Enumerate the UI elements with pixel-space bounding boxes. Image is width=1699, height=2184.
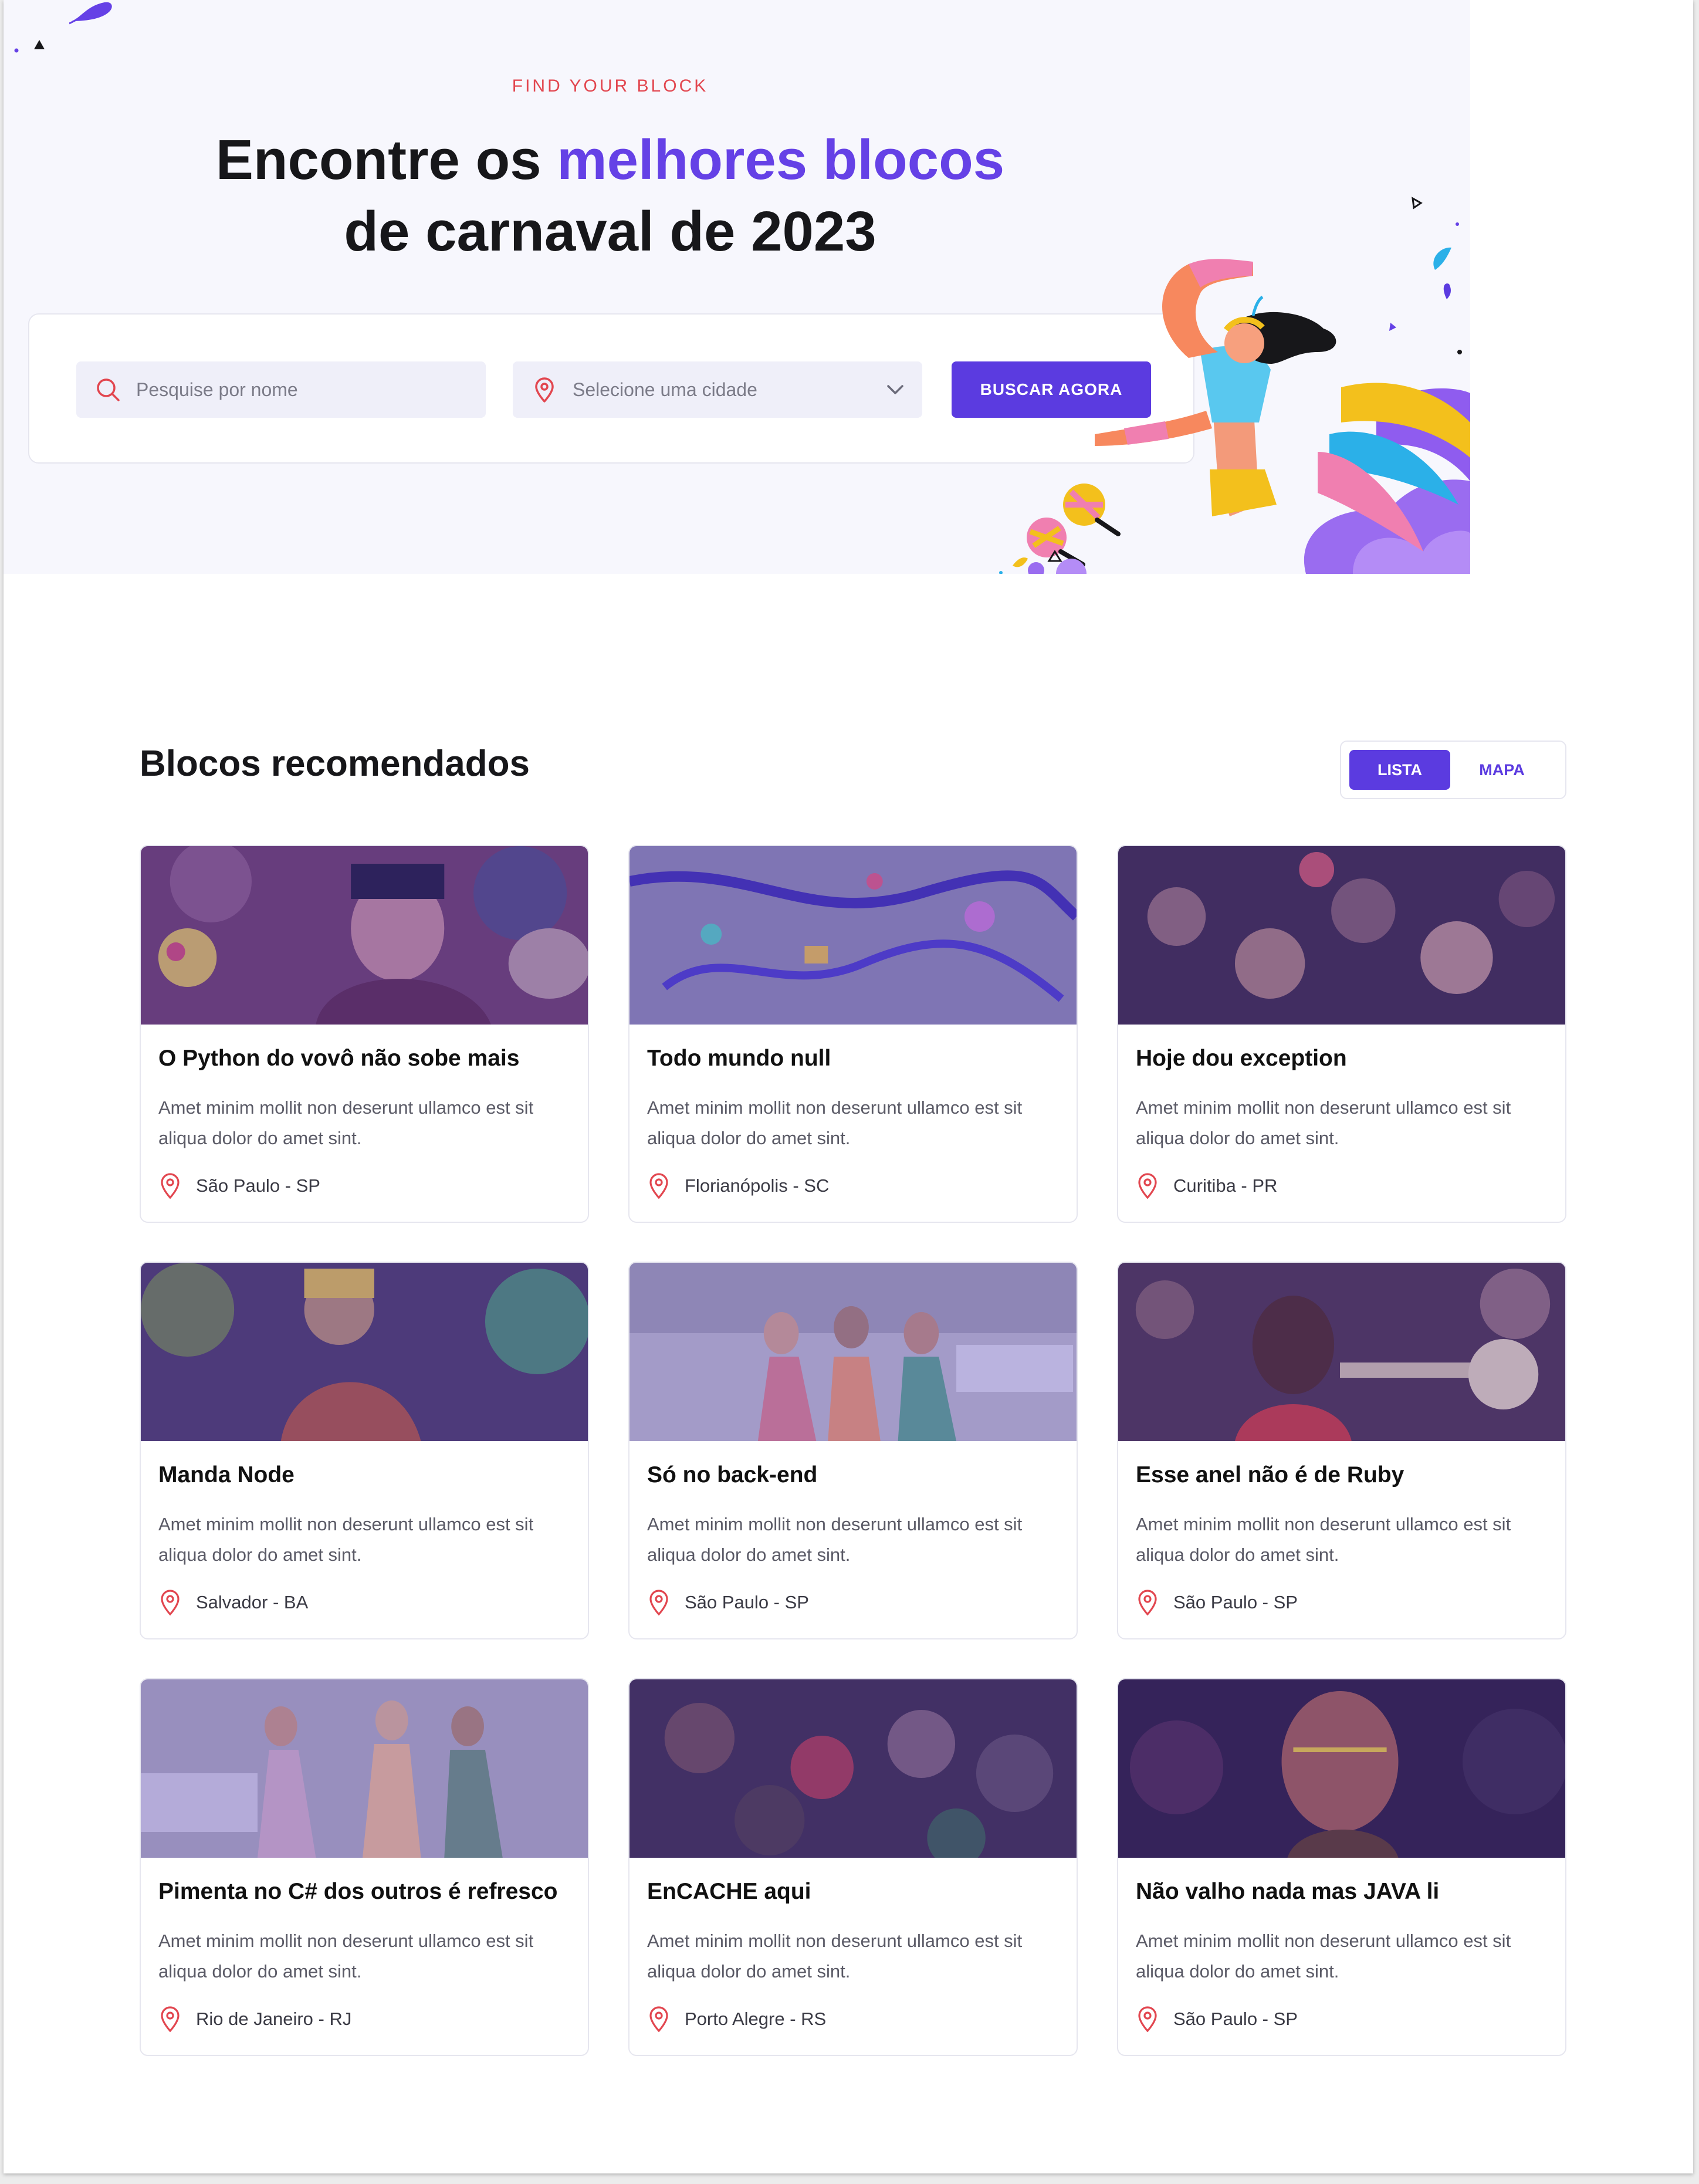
hero-title-part2: de carnaval de 2023 <box>344 200 876 263</box>
block-card[interactable]: Manda Node Amet minim mollit non deserun… <box>140 1262 589 1639</box>
search-input[interactable]: Pesquise por nome <box>76 361 486 418</box>
block-photo <box>141 1263 588 1441</box>
map-pin-icon <box>1138 1590 1157 1616</box>
block-description: Amet minim mollit non deserunt ullamco e… <box>1136 1931 1511 1982</box>
block-location: São Paulo - SP <box>158 1172 320 1199</box>
block-location-text: São Paulo - SP <box>1173 1592 1298 1612</box>
block-photo <box>1118 1263 1565 1441</box>
block-description: Amet minim mollit non deserunt ullamco e… <box>158 1097 534 1148</box>
block-photo <box>1118 846 1565 1025</box>
block-location: Curitiba - PR <box>1136 1172 1277 1199</box>
map-pin-icon <box>1138 2006 1157 2033</box>
block-location: Porto Alegre - RS <box>647 2006 826 2033</box>
map-pin-icon <box>161 1173 180 1199</box>
block-location: São Paulo - SP <box>1136 1589 1298 1616</box>
map-pin-icon <box>1138 1173 1157 1199</box>
hero-eyebrow: FIND YOUR BLOCK <box>512 76 709 96</box>
search-placeholder: Pesquise por nome <box>136 378 298 400</box>
block-location-text: Curitiba - PR <box>1173 1175 1278 1196</box>
block-photo <box>629 1263 1077 1441</box>
block-location: Salvador - BA <box>158 1589 308 1616</box>
city-placeholder: Selecione uma cidade <box>573 378 757 400</box>
block-title: Pimenta no C# dos outros é refresco <box>158 1879 558 1904</box>
block-title: Hoje dou exception <box>1136 1046 1347 1071</box>
block-description: Amet minim mollit non deserunt ullamco e… <box>1136 1097 1511 1148</box>
dot-decoration-icon <box>14 48 19 53</box>
map-pin-icon <box>535 377 554 403</box>
view-toggle: LISTA MAPA <box>1340 741 1566 799</box>
feather-decoration-icon <box>69 2 112 25</box>
block-title: O Python do vovô não sobe mais <box>158 1046 520 1071</box>
block-card[interactable]: Esse anel não é de Ruby Amet minim molli… <box>1117 1262 1566 1639</box>
block-location: Rio de Janeiro - RJ <box>158 2006 351 2033</box>
block-card[interactable]: Só no back-end Amet minim mollit non des… <box>628 1262 1078 1639</box>
block-location-text: Porto Alegre - RS <box>685 2009 827 2029</box>
block-card[interactable]: EnCACHE aqui Amet minim mollit non deser… <box>628 1678 1078 2056</box>
list-view-button[interactable]: LISTA <box>1349 750 1450 790</box>
block-photo <box>629 846 1077 1025</box>
block-description: Amet minim mollit non deserunt ullamco e… <box>1136 1514 1511 1565</box>
block-photo <box>141 846 588 1025</box>
block-location: São Paulo - SP <box>647 1589 809 1616</box>
block-location-text: São Paulo - SP <box>196 1175 320 1196</box>
map-pin-icon <box>161 2006 180 2033</box>
block-title: Não valho nada mas JAVA li <box>1136 1879 1440 1904</box>
hero-title-part1: Encontre os <box>215 129 557 191</box>
block-card[interactable]: O Python do vovô não sobe mais Amet mini… <box>140 845 589 1223</box>
section-title: Blocos recomendados <box>140 743 530 784</box>
hero-section: FIND YOUR BLOCK Encontre os melhores blo… <box>4 0 1470 574</box>
block-location: Florianópolis - SC <box>647 1172 829 1199</box>
block-card[interactable]: Pimenta no C# dos outros é refresco Amet… <box>140 1678 589 2056</box>
block-description: Amet minim mollit non deserunt ullamco e… <box>647 1514 1023 1565</box>
block-card[interactable]: Não valho nada mas JAVA li Amet minim mo… <box>1117 1678 1566 2056</box>
block-photo <box>141 1679 588 1858</box>
map-pin-icon <box>649 1590 668 1616</box>
map-pin-icon <box>649 1173 668 1199</box>
block-location-text: Florianópolis - SC <box>685 1175 830 1196</box>
block-location-text: São Paulo - SP <box>1173 2009 1298 2029</box>
block-description: Amet minim mollit non deserunt ullamco e… <box>158 1931 534 1982</box>
search-icon <box>97 378 120 401</box>
block-card[interactable]: Todo mundo null Amet minim mollit non de… <box>628 845 1078 1223</box>
block-location: São Paulo - SP <box>1136 2006 1298 2033</box>
block-photo <box>1118 1679 1565 1858</box>
triangle-decoration-icon <box>34 40 45 49</box>
block-location-text: Rio de Janeiro - RJ <box>196 2009 352 2029</box>
blocks-grid: O Python do vovô não sobe mais Amet mini… <box>140 845 1566 2056</box>
block-title: EnCACHE aqui <box>647 1879 811 1904</box>
map-pin-icon <box>649 2006 668 2033</box>
page: FIND YOUR BLOCK Encontre os melhores blo… <box>4 0 1693 2173</box>
block-title: Todo mundo null <box>647 1046 831 1071</box>
block-description: Amet minim mollit non deserunt ullamco e… <box>647 1931 1023 1982</box>
hero-title-accent: melhores blocos <box>557 129 1005 191</box>
chevron-down-icon <box>887 385 903 394</box>
carnival-dancer-illustration <box>999 197 1470 574</box>
block-location-text: São Paulo - SP <box>685 1592 809 1612</box>
block-photo <box>629 1679 1077 1858</box>
map-view-button[interactable]: MAPA <box>1451 750 1552 790</box>
block-card[interactable]: Hoje dou exception Amet minim mollit non… <box>1117 845 1566 1223</box>
block-description: Amet minim mollit non deserunt ullamco e… <box>158 1514 534 1565</box>
city-select[interactable]: Selecione uma cidade <box>513 361 922 418</box>
map-pin-icon <box>161 1590 180 1616</box>
block-location-text: Salvador - BA <box>196 1592 309 1612</box>
block-description: Amet minim mollit non deserunt ullamco e… <box>647 1097 1023 1148</box>
block-title: Só no back-end <box>647 1462 818 1487</box>
block-title: Esse anel não é de Ruby <box>1136 1462 1404 1487</box>
block-title: Manda Node <box>158 1462 295 1487</box>
